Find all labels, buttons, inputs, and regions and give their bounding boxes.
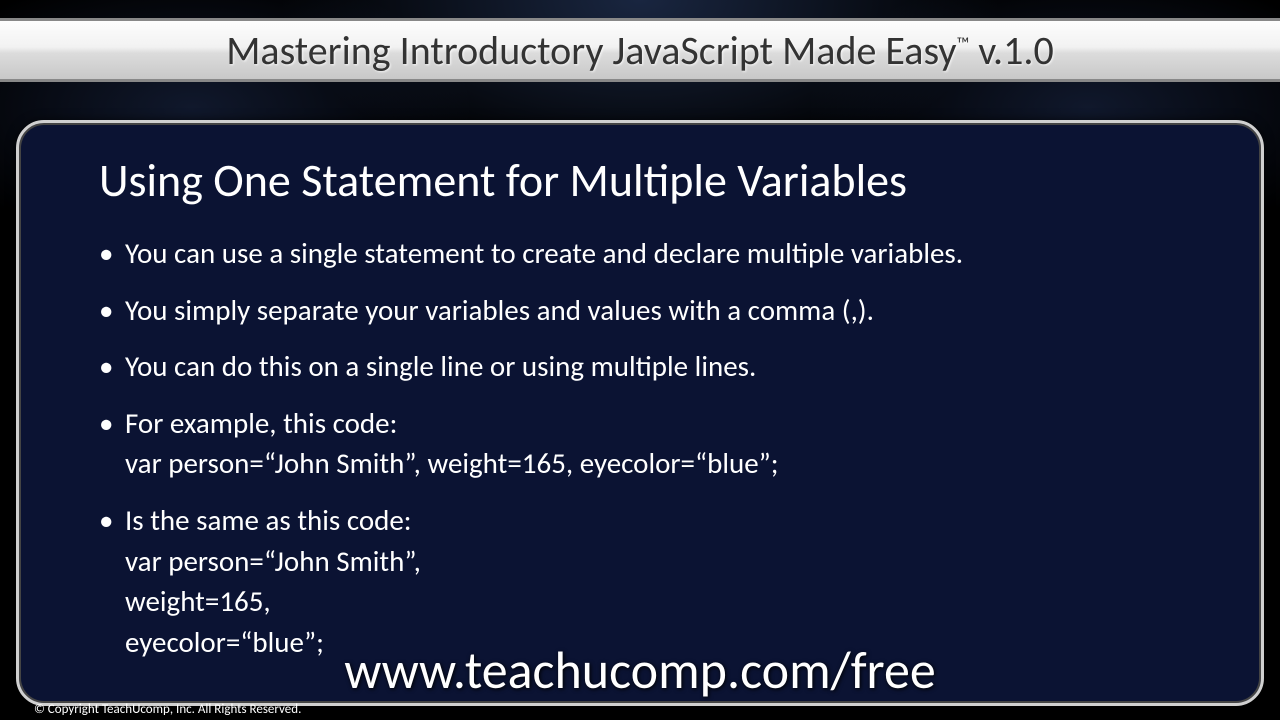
bullet-text: For example, this code: var person=“John… — [125, 405, 779, 482]
copyright-text: © Copyright TeachUcomp, Inc. All Rights … — [34, 702, 301, 717]
bullet-text: You simply separate your variables and v… — [125, 292, 874, 328]
bullet-item: You can use a single statement to create… — [99, 233, 1181, 274]
bullet-item: For example, this code: var person=“John… — [99, 403, 1181, 484]
bullet-item: You simply separate your variables and v… — [99, 290, 1181, 331]
bullet-list: You can use a single statement to create… — [99, 233, 1181, 662]
trademark-symbol: ™ — [956, 32, 969, 54]
promo-url-overlay: www.teachucomp.com/free — [0, 638, 1280, 702]
title-suffix: v.1.0 — [969, 26, 1054, 75]
course-title: Mastering Introductory JavaScript Made E… — [226, 26, 1054, 75]
bullet-item: You can do this on a single line or usin… — [99, 346, 1181, 387]
slide-panel: Using One Statement for Multiple Variabl… — [16, 120, 1264, 706]
title-bar: Mastering Introductory JavaScript Made E… — [0, 18, 1280, 82]
title-pre: Mastering Introductory JavaScript Made E… — [226, 26, 956, 75]
bullet-text: You can do this on a single line or usin… — [125, 348, 756, 384]
slide-heading: Using One Statement for Multiple Variabl… — [99, 153, 1181, 209]
bullet-text: You can use a single statement to create… — [125, 235, 963, 271]
bullet-text: Is the same as this code: var person=“Jo… — [125, 502, 421, 660]
